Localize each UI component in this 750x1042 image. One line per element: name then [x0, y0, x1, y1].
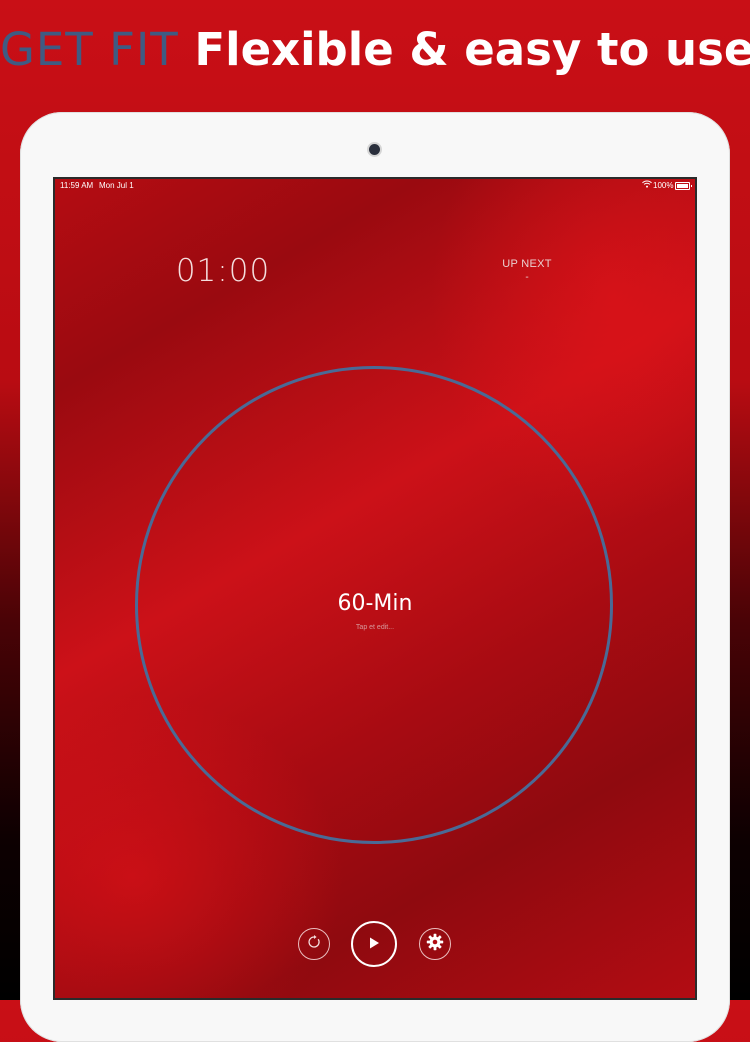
gear-icon	[426, 933, 444, 955]
reset-icon	[306, 934, 322, 954]
up-next-value: -	[525, 272, 529, 283]
promo-headline: GET FIT Flexible & easy to use	[0, 20, 750, 80]
brand-name: GET FIT	[0, 23, 179, 76]
play-button[interactable]	[351, 921, 397, 967]
tagline: Flexible & easy to use	[194, 23, 750, 76]
battery-percent: 100%	[653, 181, 674, 190]
battery-icon	[675, 182, 692, 190]
status-bar: 11:59 AM Mon Jul 1 100%	[53, 177, 697, 195]
status-date: Mon Jul 1	[99, 181, 134, 190]
countdown-timer: 01:00	[175, 253, 271, 289]
app-screen: 11:59 AM Mon Jul 1 100% 01:00 UP NEXT - …	[53, 177, 697, 1000]
edit-hint: Tap et edit...	[355, 624, 395, 631]
settings-button[interactable]	[419, 928, 451, 960]
workout-title[interactable]: 60-Min	[275, 590, 475, 618]
front-camera	[369, 144, 380, 155]
play-icon	[367, 935, 381, 954]
reset-button[interactable]	[298, 928, 330, 960]
wifi-icon	[642, 180, 652, 190]
status-time: 11:59 AM	[60, 181, 94, 190]
up-next-label: UP NEXT	[502, 258, 552, 270]
